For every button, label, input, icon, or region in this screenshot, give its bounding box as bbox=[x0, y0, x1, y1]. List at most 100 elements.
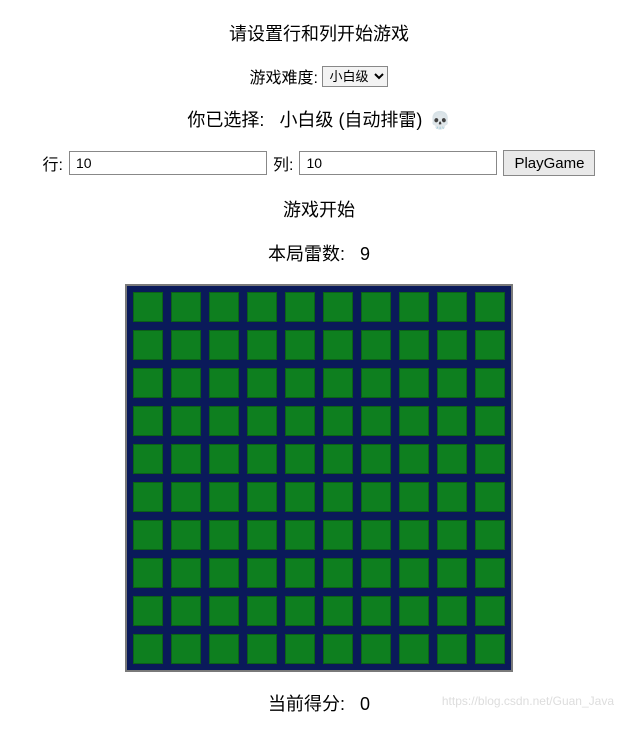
board-cell[interactable] bbox=[168, 517, 204, 553]
board-cell[interactable] bbox=[434, 403, 470, 439]
board-cell[interactable] bbox=[396, 555, 432, 591]
board-cell[interactable] bbox=[206, 593, 242, 629]
board-cell[interactable] bbox=[206, 517, 242, 553]
board-cell[interactable] bbox=[472, 631, 508, 667]
board-cell[interactable] bbox=[434, 555, 470, 591]
board-cell[interactable] bbox=[130, 631, 166, 667]
board-cell[interactable] bbox=[168, 365, 204, 401]
board-cell[interactable] bbox=[282, 441, 318, 477]
board-cell[interactable] bbox=[168, 593, 204, 629]
board-cell[interactable] bbox=[396, 593, 432, 629]
board-cell[interactable] bbox=[206, 555, 242, 591]
board-cell[interactable] bbox=[396, 479, 432, 515]
board-cell[interactable] bbox=[358, 327, 394, 363]
board-cell[interactable] bbox=[244, 403, 280, 439]
board-cell[interactable] bbox=[396, 327, 432, 363]
board-cell[interactable] bbox=[434, 631, 470, 667]
board-cell[interactable] bbox=[206, 327, 242, 363]
board-cell[interactable] bbox=[358, 403, 394, 439]
board-cell[interactable] bbox=[434, 327, 470, 363]
board-cell[interactable] bbox=[472, 327, 508, 363]
board-cell[interactable] bbox=[282, 289, 318, 325]
board-cell[interactable] bbox=[130, 479, 166, 515]
board-cell[interactable] bbox=[168, 479, 204, 515]
board-cell[interactable] bbox=[282, 403, 318, 439]
board-cell[interactable] bbox=[320, 631, 356, 667]
board-cell[interactable] bbox=[358, 517, 394, 553]
rows-input[interactable] bbox=[69, 151, 267, 175]
cols-input[interactable] bbox=[299, 151, 497, 175]
board-cell[interactable] bbox=[244, 365, 280, 401]
board-cell[interactable] bbox=[396, 631, 432, 667]
board-cell[interactable] bbox=[244, 593, 280, 629]
board-cell[interactable] bbox=[130, 289, 166, 325]
board-cell[interactable] bbox=[320, 479, 356, 515]
board-cell[interactable] bbox=[358, 479, 394, 515]
board-cell[interactable] bbox=[206, 403, 242, 439]
board-cell[interactable] bbox=[434, 365, 470, 401]
board-cell[interactable] bbox=[472, 289, 508, 325]
board-cell[interactable] bbox=[320, 593, 356, 629]
board-cell[interactable] bbox=[434, 593, 470, 629]
board-cell[interactable] bbox=[130, 441, 166, 477]
board-cell[interactable] bbox=[282, 479, 318, 515]
board-cell[interactable] bbox=[282, 365, 318, 401]
board-cell[interactable] bbox=[206, 441, 242, 477]
board-cell[interactable] bbox=[130, 517, 166, 553]
board-cell[interactable] bbox=[320, 441, 356, 477]
board-cell[interactable] bbox=[168, 403, 204, 439]
board-cell[interactable] bbox=[282, 631, 318, 667]
board-cell[interactable] bbox=[396, 365, 432, 401]
board-cell[interactable] bbox=[168, 555, 204, 591]
board-cell[interactable] bbox=[130, 327, 166, 363]
board-cell[interactable] bbox=[358, 289, 394, 325]
board-cell[interactable] bbox=[282, 517, 318, 553]
board-cell[interactable] bbox=[472, 403, 508, 439]
board-cell[interactable] bbox=[282, 555, 318, 591]
board-cell[interactable] bbox=[358, 441, 394, 477]
board-cell[interactable] bbox=[434, 441, 470, 477]
board-cell[interactable] bbox=[358, 365, 394, 401]
board-cell[interactable] bbox=[168, 327, 204, 363]
board-cell[interactable] bbox=[434, 517, 470, 553]
board-cell[interactable] bbox=[206, 365, 242, 401]
board-cell[interactable] bbox=[130, 593, 166, 629]
board-cell[interactable] bbox=[130, 555, 166, 591]
board-cell[interactable] bbox=[434, 479, 470, 515]
board-cell[interactable] bbox=[320, 403, 356, 439]
board-cell[interactable] bbox=[282, 593, 318, 629]
board-cell[interactable] bbox=[206, 631, 242, 667]
board-cell[interactable] bbox=[358, 593, 394, 629]
board-cell[interactable] bbox=[434, 289, 470, 325]
board-cell[interactable] bbox=[472, 441, 508, 477]
board-cell[interactable] bbox=[244, 327, 280, 363]
board-cell[interactable] bbox=[320, 289, 356, 325]
board-cell[interactable] bbox=[320, 365, 356, 401]
board-cell[interactable] bbox=[282, 327, 318, 363]
board-cell[interactable] bbox=[244, 479, 280, 515]
board-cell[interactable] bbox=[472, 517, 508, 553]
board-cell[interactable] bbox=[396, 403, 432, 439]
board-cell[interactable] bbox=[396, 441, 432, 477]
board-cell[interactable] bbox=[206, 479, 242, 515]
difficulty-select[interactable]: 小白级 bbox=[322, 66, 388, 87]
board-cell[interactable] bbox=[396, 289, 432, 325]
board-cell[interactable] bbox=[168, 631, 204, 667]
board-cell[interactable] bbox=[472, 365, 508, 401]
board-cell[interactable] bbox=[130, 365, 166, 401]
board-cell[interactable] bbox=[168, 441, 204, 477]
board-cell[interactable] bbox=[244, 555, 280, 591]
board-cell[interactable] bbox=[396, 517, 432, 553]
board-cell[interactable] bbox=[244, 631, 280, 667]
board-cell[interactable] bbox=[130, 403, 166, 439]
board-cell[interactable] bbox=[320, 555, 356, 591]
board-cell[interactable] bbox=[206, 289, 242, 325]
board-cell[interactable] bbox=[472, 555, 508, 591]
board-cell[interactable] bbox=[168, 289, 204, 325]
board-cell[interactable] bbox=[358, 631, 394, 667]
play-button[interactable]: PlayGame bbox=[503, 150, 595, 176]
board-cell[interactable] bbox=[244, 517, 280, 553]
board-cell[interactable] bbox=[358, 555, 394, 591]
board-cell[interactable] bbox=[320, 517, 356, 553]
board-cell[interactable] bbox=[472, 593, 508, 629]
